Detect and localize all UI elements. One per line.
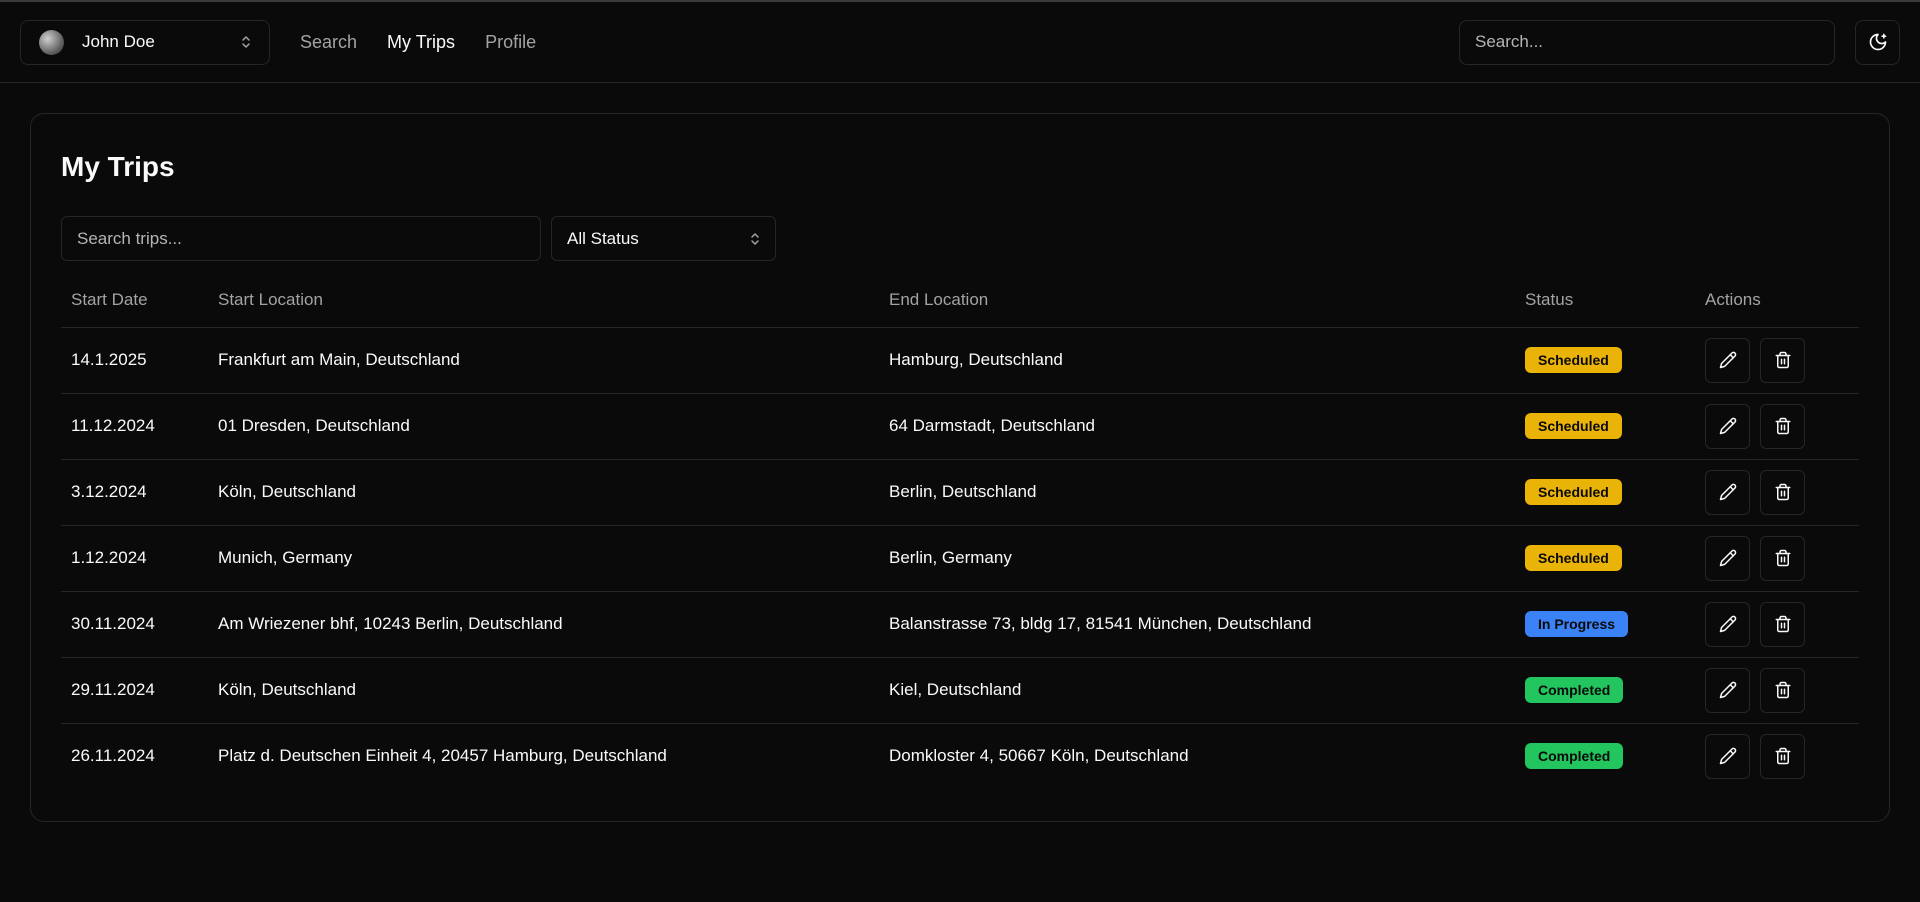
delete-trip-button[interactable]: [1760, 601, 1805, 647]
status-badge: In Progress: [1525, 611, 1629, 637]
chevron-up-down-icon: [241, 35, 251, 49]
delete-trip-button[interactable]: [1760, 337, 1805, 383]
trip-start-location: Platz d. Deutschen Einheit 4, 20457 Hamb…: [218, 746, 667, 766]
trip-start-location: Köln, Deutschland: [208, 657, 879, 724]
col-end-location: End Location: [879, 273, 1515, 328]
edit-trip-button[interactable]: [1705, 601, 1750, 647]
table-header-row: Start Date Start Location End Location S…: [61, 273, 1859, 328]
delete-trip-button[interactable]: [1760, 469, 1805, 515]
user-switcher[interactable]: John Doe: [20, 19, 270, 65]
edit-trip-button[interactable]: [1705, 403, 1750, 449]
moon-icon: [1869, 33, 1886, 51]
edit-trip-button[interactable]: [1705, 469, 1750, 515]
trips-table: Start Date Start Location End Location S…: [61, 273, 1859, 789]
trip-start-location: Köln, Deutschland: [208, 459, 879, 526]
nav-search[interactable]: Search: [300, 32, 357, 53]
pencil-icon: [1719, 615, 1736, 633]
delete-trip-button[interactable]: [1760, 403, 1805, 449]
delete-trip-button[interactable]: [1760, 535, 1805, 581]
page-title: My Trips: [61, 151, 175, 182]
nav-profile[interactable]: Profile: [485, 32, 536, 53]
row-actions: [1705, 337, 1859, 383]
user-name: John Doe: [82, 32, 155, 51]
row-actions: [1705, 403, 1859, 449]
table-row: 29.11.2024 Köln, Deutschland Kiel, Deuts…: [61, 657, 1859, 724]
status-badge: Scheduled: [1525, 479, 1622, 505]
row-actions: [1705, 733, 1859, 779]
row-actions: [1705, 535, 1859, 581]
pencil-icon: [1719, 549, 1736, 567]
trash-icon: [1775, 748, 1790, 765]
status-filter-select[interactable]: All Status: [551, 216, 776, 261]
pencil-icon: [1719, 417, 1736, 435]
status-badge: Completed: [1525, 743, 1624, 770]
trip-end-location: Domkloster 4, 50667 Köln, Deutschland: [889, 746, 1189, 766]
row-actions: [1705, 601, 1859, 647]
main-nav: Search My Trips Profile: [300, 32, 536, 53]
theme-toggle-button[interactable]: [1855, 19, 1900, 65]
status-badge: Scheduled: [1525, 413, 1622, 439]
row-actions: [1705, 667, 1859, 713]
trip-end-location: Balanstrasse 73, bldg 17, 81541 München,…: [879, 591, 1515, 658]
row-actions: [1705, 469, 1859, 515]
trip-end-location: Kiel, Deutschland: [879, 657, 1515, 724]
table-row: 26.11.2024 Platz d. Deutschen Einheit 4,…: [61, 723, 1859, 789]
pencil-icon: [1719, 483, 1736, 501]
trip-search-input[interactable]: [61, 216, 541, 261]
trip-start-date: 3.12.2024: [61, 459, 208, 526]
table-row: 1.12.2024 Munich, Germany Berlin, German…: [61, 525, 1859, 592]
col-start-date: Start Date: [61, 273, 208, 328]
trip-end-location: Berlin, Germany: [879, 525, 1515, 592]
edit-trip-button[interactable]: [1705, 535, 1750, 581]
col-actions: Actions: [1695, 273, 1859, 328]
pencil-icon: [1719, 681, 1736, 699]
trip-start-date: 30.11.2024: [61, 591, 208, 658]
trash-icon: [1775, 483, 1790, 501]
trip-start-location: Am Wriezener bhf, 10243 Berlin, Deutschl…: [208, 591, 879, 658]
status-badge: Scheduled: [1525, 347, 1622, 373]
trip-start-date: 14.1.2025: [61, 327, 208, 394]
table-row: 3.12.2024 Köln, Deutschland Berlin, Deut…: [61, 459, 1859, 526]
trip-end-location: Berlin, Deutschland: [879, 459, 1515, 526]
col-start-location: Start Location: [208, 273, 879, 328]
delete-trip-button[interactable]: [1760, 733, 1805, 779]
edit-trip-button[interactable]: [1705, 733, 1750, 779]
trash-icon: [1775, 351, 1790, 369]
top-bar: John Doe Search My Trips Profile: [0, 2, 1920, 83]
trip-end-location: Hamburg, Deutschland: [879, 327, 1515, 394]
trips-card: My Trips All Status Start Date Start Loc…: [30, 113, 1890, 822]
pencil-icon: [1719, 747, 1736, 765]
table-row: 11.12.2024 01 Dresden, Deutschland 64 Da…: [61, 393, 1859, 460]
trip-start-location: 01 Dresden, Deutschland: [208, 393, 879, 460]
status-badge: Completed: [1525, 677, 1624, 703]
chevron-up-down-icon: [751, 232, 759, 245]
trash-icon: [1775, 417, 1790, 435]
status-filter-value: All Status: [567, 228, 639, 248]
edit-trip-button[interactable]: [1705, 667, 1750, 713]
trip-start-date: 1.12.2024: [61, 525, 208, 592]
pencil-icon: [1719, 351, 1736, 369]
delete-trip-button[interactable]: [1760, 667, 1805, 713]
table-row: 30.11.2024 Am Wriezener bhf, 10243 Berli…: [61, 591, 1859, 658]
avatar: [39, 29, 64, 55]
trip-start-date: 26.11.2024: [71, 746, 155, 766]
trash-icon: [1775, 549, 1790, 567]
nav-my-trips[interactable]: My Trips: [387, 32, 455, 53]
trip-start-date: 11.12.2024: [61, 393, 208, 460]
trash-icon: [1775, 615, 1790, 633]
trip-start-location: Frankfurt am Main, Deutschland: [208, 327, 879, 394]
trip-end-location: 64 Darmstadt, Deutschland: [879, 393, 1515, 460]
status-badge: Scheduled: [1525, 545, 1622, 571]
table-row: 14.1.2025 Frankfurt am Main, Deutschland…: [61, 327, 1859, 394]
trash-icon: [1775, 681, 1790, 699]
edit-trip-button[interactable]: [1705, 337, 1750, 383]
filters-bar: All Status: [61, 216, 1859, 261]
global-search-input[interactable]: [1459, 19, 1835, 65]
trip-start-location: Munich, Germany: [208, 525, 879, 592]
trip-start-date: 29.11.2024: [61, 657, 208, 724]
col-status: Status: [1515, 273, 1695, 328]
